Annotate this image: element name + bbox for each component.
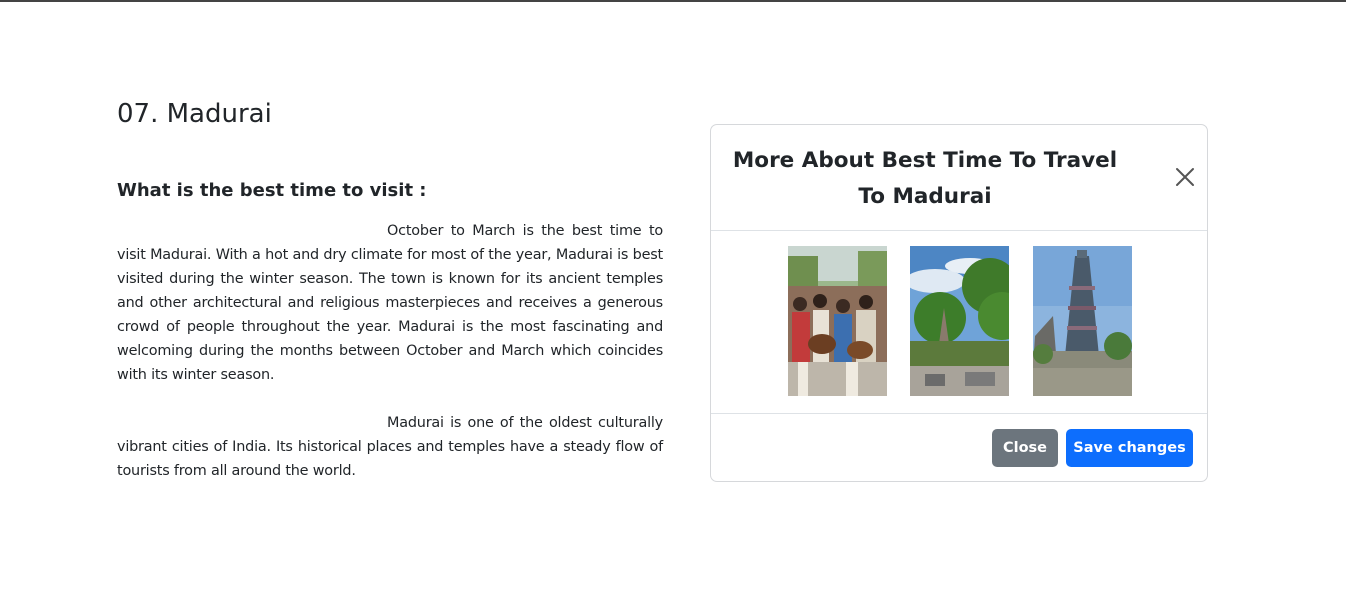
top-border: [0, 0, 1346, 2]
save-changes-button[interactable]: Save changes: [1066, 429, 1193, 467]
modal-body: [711, 231, 1207, 414]
modal-header: More About Best Time To Travel To Madura…: [711, 125, 1207, 231]
page-title: 07. Madurai: [117, 99, 272, 129]
info-modal: More About Best Time To Travel To Madura…: [710, 124, 1208, 482]
description-paragraph-2: Madurai is one of the oldest culturally …: [117, 415, 663, 479]
close-button[interactable]: Close: [992, 429, 1058, 467]
section-subtitle: What is the best time to visit :: [117, 180, 427, 201]
modal-title: More About Best Time To Travel To Madura…: [732, 148, 1118, 209]
temple-trees-photo: [910, 246, 1009, 396]
close-icon[interactable]: [1173, 165, 1197, 189]
festival-crowd-photo: [788, 246, 887, 396]
temple-gopuram-photo: [1033, 246, 1132, 396]
description-paragraph-1: October to March is the best time to vis…: [117, 223, 663, 383]
